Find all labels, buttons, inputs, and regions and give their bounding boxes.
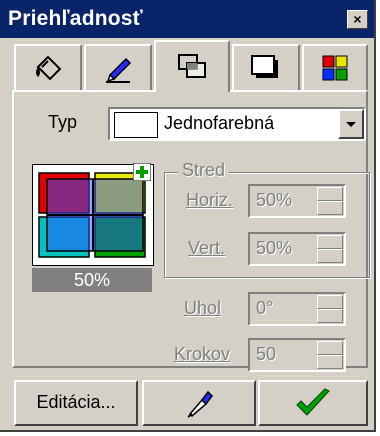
horiz-label: Horiz. [186,190,234,210]
tab-fill[interactable] [14,44,82,90]
plus-icon[interactable] [133,163,151,181]
check-icon [296,388,330,416]
eyedropper-button[interactable] [142,380,256,426]
tab-color[interactable] [302,44,368,90]
ok-button[interactable] [258,380,368,426]
steps-label: Krokov [174,344,231,364]
dropdown-button[interactable] [338,109,364,139]
eyedropper-icon [187,390,213,418]
preview-percent: 50% [32,268,152,292]
type-dropdown[interactable]: Jednofarebná [108,107,366,141]
transparency-icon [178,54,206,78]
vert-value: 50% [256,238,293,258]
horiz-spinner[interactable]: 50% [248,184,346,218]
horiz-up-button[interactable] [317,187,343,201]
edit-button[interactable]: Editácia... [14,380,138,426]
vert-up-button[interactable] [317,235,343,249]
dialog-window: Priehľadnosť × Typ Jednofarebná 50% Stre… [0,0,376,432]
horiz-value: 50% [256,190,293,210]
close-icon: × [353,11,362,27]
close-button[interactable]: × [347,10,368,29]
horiz-down-button[interactable] [317,201,343,215]
tab-transparency[interactable] [154,40,230,92]
vert-spinner[interactable]: 50% [248,232,346,266]
paint-bucket-icon [36,55,62,81]
type-label: Typ [48,112,78,132]
angle-down-button[interactable] [317,309,343,323]
color-grid-icon [322,55,348,81]
type-swatch [114,112,158,138]
shadow-icon [251,55,278,78]
steps-up-button[interactable] [317,341,343,355]
angle-value: 0° [256,298,274,318]
type-value: Jednofarebná [164,113,275,133]
center-group-title: Stred [178,160,230,181]
tab-shadow[interactable] [232,44,300,90]
chevron-down-icon [346,122,356,127]
vert-down-button[interactable] [317,249,343,263]
angle-up-button[interactable] [317,295,343,309]
edit-button-label: Editácia... [36,392,116,412]
transparency-preview [32,163,154,266]
angle-spinner[interactable]: 0° [248,292,346,326]
window-title: Priehľadnosť [8,7,143,30]
steps-spinner[interactable]: 50 [248,338,346,372]
steps-down-button[interactable] [317,355,343,369]
angle-label: Uhol [184,298,222,318]
title-bar: Priehľadnosť × [0,0,374,38]
steps-value: 50 [256,344,277,364]
vert-label: Vert. [188,238,226,258]
pen-icon [106,57,132,83]
tab-line[interactable] [84,44,152,90]
